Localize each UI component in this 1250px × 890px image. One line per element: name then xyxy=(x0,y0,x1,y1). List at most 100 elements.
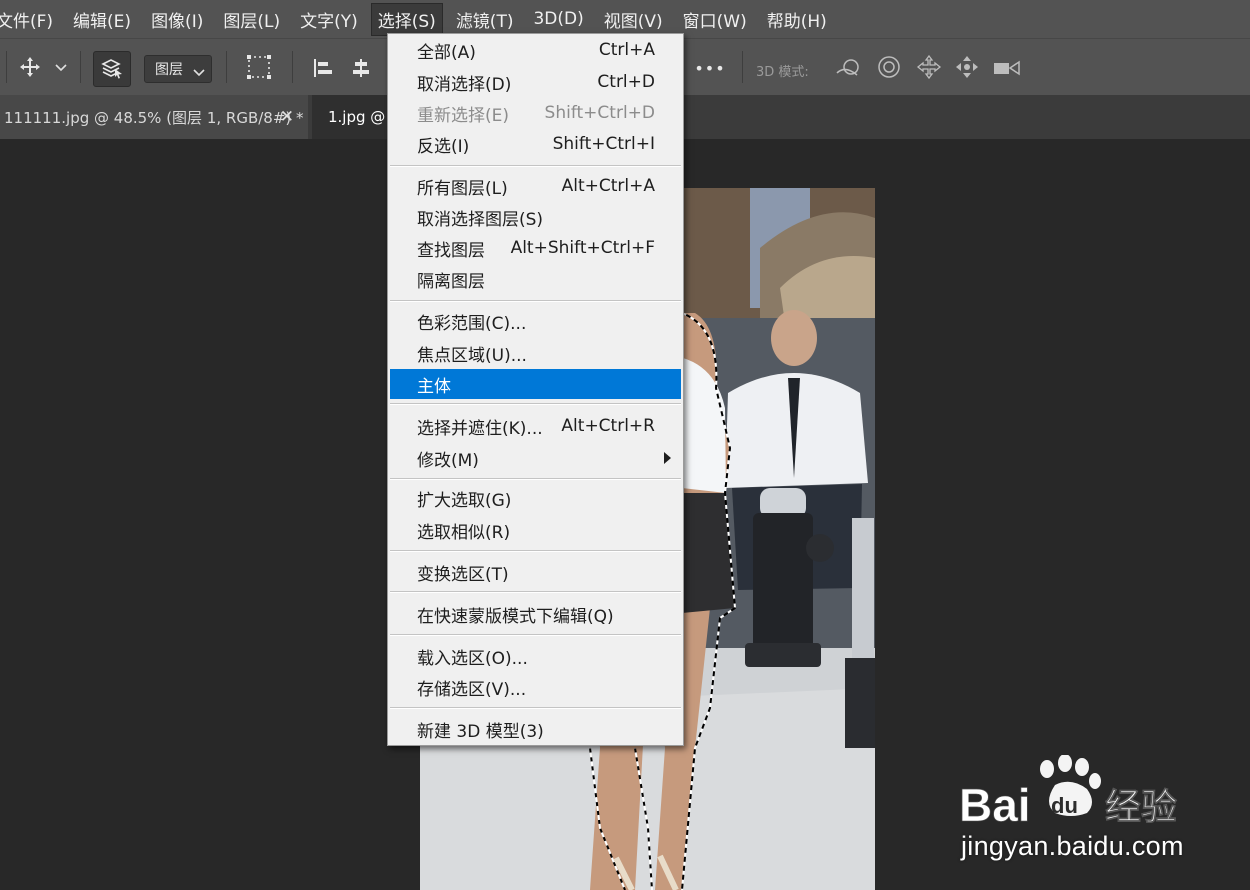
menu-select[interactable]: 选择(S) xyxy=(370,2,443,36)
svg-text:Bai: Bai xyxy=(959,779,1031,831)
menu-item-label: 扩大选取(G) xyxy=(417,490,512,511)
menu-item-shortcut: Alt+Ctrl+A xyxy=(561,176,655,196)
3d-pan-icon[interactable] xyxy=(914,53,944,81)
menu-item-label: 隔离图层 xyxy=(417,271,485,292)
menu-separator xyxy=(390,165,681,167)
3d-slide-icon[interactable] xyxy=(952,53,982,81)
menu-item-color-range[interactable]: 色彩范围(C)... xyxy=(390,306,681,336)
menu-item-shortcut: Ctrl+D xyxy=(597,72,655,92)
chevron-down-icon xyxy=(193,65,205,81)
menu-help[interactable]: 帮助(H) xyxy=(760,3,834,36)
menu-item-subject[interactable]: 主体 xyxy=(390,369,681,399)
3d-mode-label: 3D 模式: xyxy=(756,65,809,80)
menu-item-transform-selection[interactable]: 变换选区(T) xyxy=(390,557,681,587)
tab-title: 1.jpg @ 3 xyxy=(328,108,388,126)
menu-item-label: 全部(A) xyxy=(417,42,476,63)
menu-item-label: 取消选择(D) xyxy=(417,74,512,95)
menu-item-focus-area[interactable]: 焦点区域(U)... xyxy=(390,338,681,368)
svg-text:du: du xyxy=(1051,793,1078,818)
menu-item-label: 主体 xyxy=(417,376,451,397)
align-left-icon[interactable] xyxy=(310,55,336,81)
menu-item-isolate-layers[interactable]: 隔离图层 xyxy=(390,264,681,294)
toolbar-separator xyxy=(742,51,743,83)
menu-item-find-layers[interactable]: 查找图层 Alt+Shift+Ctrl+F xyxy=(390,233,681,263)
menu-layer[interactable]: 图层(L) xyxy=(216,3,287,36)
menu-item-label: 重新选择(E) xyxy=(417,105,510,126)
menu-item-label: 存储选区(V)... xyxy=(417,679,527,700)
close-icon[interactable]: ✕ xyxy=(280,107,294,127)
menu-separator xyxy=(390,300,681,302)
menu-item-label: 修改(M) xyxy=(417,450,479,471)
menu-item-deselect-layers[interactable]: 取消选择图层(S) xyxy=(390,202,681,232)
3d-roll-icon[interactable] xyxy=(874,53,904,81)
menu-item-label: 所有图层(L) xyxy=(417,178,508,199)
select-menu: 全部(A) Ctrl+A 取消选择(D) Ctrl+D 重新选择(E) Shift+C… xyxy=(387,33,684,746)
menu-item-deselect[interactable]: 取消选择(D) Ctrl+D xyxy=(390,67,681,97)
submenu-arrow-icon xyxy=(664,452,671,464)
menu-item-label: 反选(I) xyxy=(417,136,470,157)
3d-orbit-icon[interactable] xyxy=(834,55,864,81)
align-center-icon[interactable] xyxy=(348,55,374,81)
tab-111111-jpg[interactable]: 111111.jpg @ 48.5% (图层 1, RGB/8#) * ✕ xyxy=(0,95,308,139)
menu-separator xyxy=(390,707,681,709)
menu-item-quick-mask[interactable]: 在快速蒙版模式下编辑(Q) xyxy=(390,599,681,629)
menu-item-shortcut: Ctrl+A xyxy=(598,40,655,60)
menu-item-new-3d-model[interactable]: 新建 3D 模型(3) xyxy=(390,714,681,744)
menu-3d[interactable]: 3D(D) xyxy=(526,5,590,33)
auto-select-layer-icon[interactable] xyxy=(93,51,131,87)
menu-item-shortcut: Shift+Ctrl+D xyxy=(544,103,655,123)
menu-separator xyxy=(390,591,681,593)
chevron-down-icon[interactable] xyxy=(54,61,68,75)
baidu-jingyan-watermark: Bai du 经验 jingyan.baidu.com xyxy=(955,754,1195,875)
more-options-button[interactable]: ••• xyxy=(694,55,726,81)
svg-text:经验: 经验 xyxy=(1105,787,1177,828)
menu-item-label: 色彩范围(C)... xyxy=(417,313,527,334)
menu-file[interactable]: 文件(F) xyxy=(0,3,60,36)
menu-item-label: 载入选区(O)... xyxy=(417,648,528,669)
menu-item-grow[interactable]: 扩大选取(G) xyxy=(390,483,681,513)
toolbar-separator xyxy=(6,51,7,83)
tab-1-jpg[interactable]: 1.jpg @ 3 xyxy=(312,95,388,139)
menu-filter[interactable]: 滤镜(T) xyxy=(449,3,521,36)
menu-item-label: 新建 3D 模型(3) xyxy=(417,721,544,742)
menu-separator xyxy=(390,403,681,405)
menu-item-label: 查找图层 xyxy=(417,240,485,261)
menu-item-save-selection[interactable]: 存储选区(V)... xyxy=(390,672,681,702)
toolbar-separator xyxy=(80,51,81,83)
menu-item-shortcut: Alt+Ctrl+R xyxy=(561,416,655,436)
menu-item-label: 焦点区域(U)... xyxy=(417,345,527,366)
menu-item-all-layers[interactable]: 所有图层(L) Alt+Ctrl+A xyxy=(390,171,681,201)
layer-dropdown-value: 图层 xyxy=(155,62,183,78)
menu-item-label: 在快速蒙版模式下编辑(Q) xyxy=(417,606,614,627)
menu-separator xyxy=(390,478,681,480)
tab-title: 111111.jpg @ 48.5% (图层 1, RGB/8#) * xyxy=(4,108,304,127)
menu-item-label: 变换选区(T) xyxy=(417,564,509,585)
menu-item-select-and-mask[interactable]: 选择并遮住(K)... Alt+Ctrl+R xyxy=(390,411,681,441)
menu-item-shortcut: Alt+Shift+Ctrl+F xyxy=(510,238,655,258)
layer-dropdown[interactable]: 图层 xyxy=(144,55,212,83)
menu-item-inverse[interactable]: 反选(I) Shift+Ctrl+I xyxy=(390,129,681,159)
transform-controls-icon[interactable] xyxy=(244,53,274,81)
menu-item-label: 选取相似(R) xyxy=(417,522,511,543)
menu-item-similar[interactable]: 选取相似(R) xyxy=(390,515,681,545)
watermark-url: jingyan.baidu.com xyxy=(961,831,1184,861)
toolbar-separator xyxy=(292,51,293,83)
menu-item-reselect: 重新选择(E) Shift+Ctrl+D xyxy=(390,98,681,128)
menu-separator xyxy=(390,634,681,636)
menu-item-label: 取消选择图层(S) xyxy=(417,209,544,230)
menu-type[interactable]: 文字(Y) xyxy=(293,3,365,36)
menu-edit[interactable]: 编辑(E) xyxy=(66,3,138,36)
menu-image[interactable]: 图像(I) xyxy=(144,3,210,36)
menu-item-all[interactable]: 全部(A) Ctrl+A xyxy=(390,35,681,65)
menu-view[interactable]: 视图(V) xyxy=(597,3,670,36)
menu-item-shortcut: Shift+Ctrl+I xyxy=(552,134,655,154)
menu-item-load-selection[interactable]: 载入选区(O)... xyxy=(390,641,681,671)
menu-item-modify[interactable]: 修改(M) xyxy=(390,443,681,473)
3d-camera-icon[interactable] xyxy=(990,55,1024,81)
menu-window[interactable]: 窗口(W) xyxy=(676,3,754,36)
baidu-paw-logo: Bai du 经验 xyxy=(959,754,1177,831)
toolbar-separator xyxy=(226,51,227,83)
move-tool-icon[interactable] xyxy=(16,53,44,81)
menu-item-label: 选择并遮住(K)... xyxy=(417,418,543,439)
menu-separator xyxy=(390,550,681,552)
